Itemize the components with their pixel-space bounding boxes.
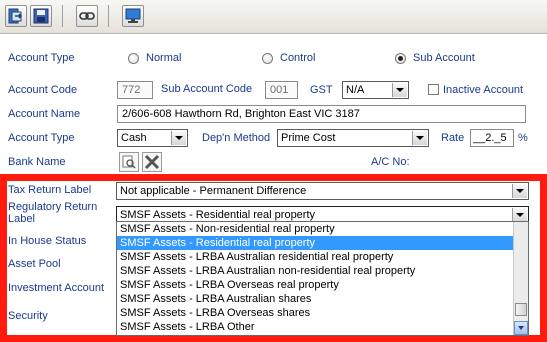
depn-method-select[interactable]: Prime Cost (277, 129, 429, 147)
link-button[interactable] (76, 5, 98, 27)
dropdown-item[interactable]: SMSF Assets - LRBA Australian shares (117, 292, 528, 306)
ac-no-label: A/C No: (371, 156, 410, 168)
save-icon (33, 8, 49, 24)
asset-pool-label: Asset Pool (8, 258, 61, 270)
chevron-down-icon[interactable] (512, 208, 527, 222)
regulatory-return-dropdown[interactable]: SMSF Assets - Non-residential real prope… (116, 221, 529, 336)
account-code-field[interactable]: 772 (117, 81, 153, 99)
radio-control[interactable] (262, 53, 273, 64)
gst-select[interactable]: N/A (342, 81, 409, 99)
exit-button[interactable] (5, 5, 27, 27)
toolbar-separator (62, 5, 63, 27)
account-type-select[interactable]: Cash (117, 129, 188, 147)
radio-normal[interactable] (128, 53, 139, 64)
clear-icon (144, 154, 160, 170)
gst-label: GST (310, 84, 333, 96)
sub-account-code-label: Sub Account Code (161, 83, 253, 95)
bank-name-label: Bank Name (8, 156, 66, 168)
radio-normal-label: Normal (146, 52, 182, 64)
dropdown-item[interactable]: SMSF Assets - LRBA Australian non-reside… (117, 264, 528, 278)
inactive-account-label: Inactive Account (443, 84, 524, 96)
gst-select-value: N/A (346, 84, 365, 96)
rate-unit: % (518, 132, 528, 144)
exit-icon (8, 8, 23, 24)
account-type-2-label: Account Type (8, 132, 75, 144)
toolbar (0, 0, 547, 34)
bank-lookup-icon (122, 155, 136, 169)
monitor-button[interactable] (122, 5, 144, 27)
tax-return-select[interactable]: Not applicable - Permanent Difference (116, 182, 529, 200)
dropdown-item[interactable]: SMSF Assets - LRBA Australian residentia… (117, 250, 528, 264)
depn-method-select-value: Prime Cost (281, 132, 336, 144)
link-icon (79, 12, 95, 20)
registry-label: Registry (8, 334, 49, 342)
regulatory-return-select-value: SMSF Assets - Residential real property (120, 209, 316, 221)
in-house-status-label: In House Status (8, 235, 87, 247)
toolbar-separator (108, 5, 109, 27)
clear-bank-button[interactable] (142, 152, 162, 172)
chevron-down-icon[interactable] (512, 184, 527, 198)
dropdown-item[interactable]: SMSF Assets - LRBA Other (117, 320, 528, 334)
dropdown-scrollbar[interactable] (513, 222, 528, 335)
depn-method-label: Dep'n Method (202, 132, 271, 144)
sub-account-code-field[interactable]: 001 (265, 81, 298, 99)
radio-sub-account[interactable] (395, 53, 406, 64)
radio-sub-account-label: Sub Account (413, 52, 475, 64)
chevron-down-icon[interactable] (412, 131, 427, 145)
dropdown-item[interactable]: SMSF Assets - LRBA Overseas real propert… (117, 278, 528, 292)
inactive-account-checkbox[interactable] (428, 84, 439, 95)
tax-return-label: Tax Return Label (8, 184, 92, 196)
investment-account-label: Investment Account (8, 282, 104, 294)
scrollbar-thumb[interactable] (515, 303, 527, 316)
dropdown-item-selected[interactable]: SMSF Assets - Residential real property (117, 236, 528, 250)
chevron-down-icon[interactable] (392, 83, 407, 97)
tax-return-select-value: Not applicable - Permanent Difference (120, 185, 307, 197)
account-type-label: Account Type (8, 52, 75, 64)
account-name-field[interactable]: 2/606-608 Hawthorn Rd, Brighton East VIC… (117, 105, 526, 123)
scroll-down-icon[interactable] (514, 321, 528, 335)
dropdown-item[interactable]: SMSF Assets - LRBA Overseas shares (117, 306, 528, 320)
rate-field[interactable]: __2._5 (470, 129, 514, 147)
save-button[interactable] (30, 5, 52, 27)
rate-label: Rate (441, 132, 465, 144)
account-code-label: Account Code (8, 84, 78, 96)
radio-control-label: Control (280, 52, 316, 64)
chevron-down-icon[interactable] (171, 131, 186, 145)
dropdown-item[interactable]: SMSF Assets - Non-residential real prope… (117, 222, 528, 236)
security-label: Security (8, 310, 48, 322)
monitor-icon (125, 8, 141, 23)
bank-lookup-button[interactable] (119, 152, 139, 172)
account-name-label: Account Name (8, 108, 81, 120)
account-type-select-value: Cash (121, 132, 147, 144)
regulatory-return-label: Regulatory Return Label (8, 201, 98, 225)
